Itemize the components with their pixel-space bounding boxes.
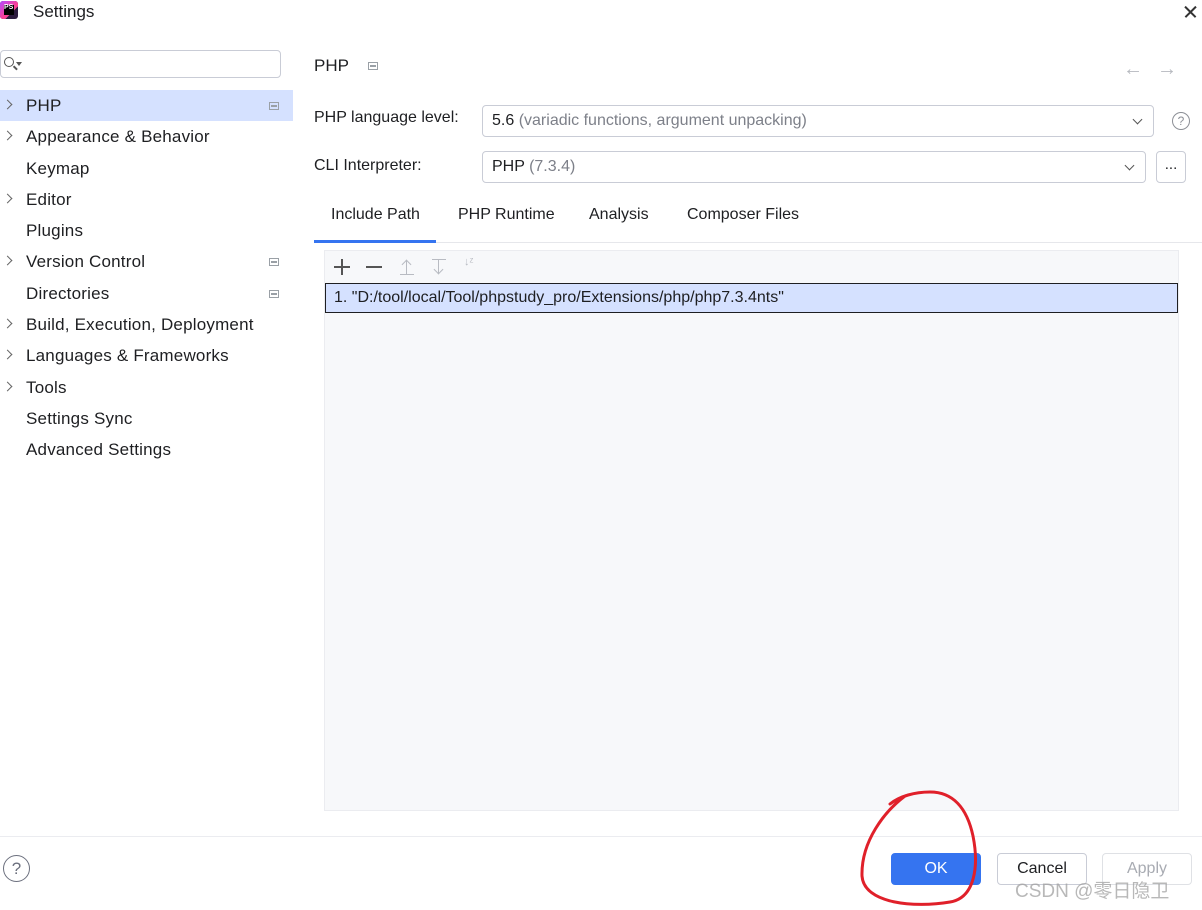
include-path-panel: ↓ᶻ 1. "D:/tool/local/Tool/phpstudy_pro/E… [324,250,1179,811]
title-bar: PS Settings [0,0,1202,36]
sidebar-item-label: Languages & Frameworks [26,346,229,366]
tab-include-path[interactable]: Include Path [314,206,436,243]
sidebar-item-editor[interactable]: Editor [0,184,293,215]
browse-interpreters-button[interactable]: ... [1156,151,1186,183]
language-level-detail: (variadic functions, argument unpacking) [518,112,807,129]
language-level-label: PHP language level: [314,109,459,126]
sidebar-item-label: Settings Sync [26,408,133,428]
sidebar-item-label: Directories [26,283,110,303]
sidebar-item-label: Advanced Settings [26,440,172,460]
search-icon [4,57,14,67]
cli-interpreter-dropdown[interactable]: PHP (7.3.4) [482,151,1146,183]
sidebar-item-label: Editor [26,189,72,209]
chevron-right-icon[interactable] [2,130,13,141]
plus-icon[interactable] [333,258,351,276]
chevron-down-icon [1132,114,1143,125]
ok-button[interactable]: OK [891,853,981,885]
sidebar-item-label: Plugins [26,221,84,241]
phpstorm-app-icon: PS [0,1,18,19]
settings-sidebar: PHP Appearance & Behavior Keymap Editor Plug… [0,36,293,836]
sidebar-item-appearance-behavior[interactable]: Appearance & Behavior [0,121,293,152]
move-up-icon[interactable] [398,258,416,276]
sidebar-item-plugins[interactable]: Plugins [0,215,293,246]
php-settings-panel: PHP ← → PHP language level: 5.6 (variadi… [293,36,1202,836]
page-title: PHP [314,56,349,75]
sidebar-item-php[interactable]: PHP [0,90,293,122]
chevron-right-icon[interactable] [2,381,13,392]
forward-arrow-icon[interactable]: → [1157,58,1177,81]
minus-icon[interactable] [365,258,383,276]
cli-interpreter-label: CLI Interpreter: [314,157,422,174]
search-field[interactable] [0,50,281,78]
tab-php-runtime[interactable]: PHP Runtime [458,206,555,242]
sort-icon[interactable]: ↓ᶻ [464,257,482,276]
watermark: CSDN @零日隐卫 [1015,881,1170,902]
chevron-right-icon[interactable] [2,193,13,204]
sidebar-item-label: PHP [26,96,62,115]
project-level-icon [368,62,378,70]
sidebar-item-keymap[interactable]: Keymap [0,153,293,184]
help-icon[interactable]: ? [3,855,30,882]
tab-bar: Include Path PHP Runtime Analysis Compos… [314,196,1202,243]
close-icon[interactable] [1180,0,1202,24]
list-item[interactable]: 1. "D:/tool/local/Tool/phpstudy_pro/Exte… [325,283,1178,313]
project-level-icon [269,289,279,298]
sidebar-item-advanced-settings[interactable]: Advanced Settings [0,434,293,465]
chevron-right-icon[interactable] [2,99,13,110]
cli-interpreter-detail: (7.3.4) [529,158,576,175]
search-input[interactable] [23,54,277,76]
sidebar-item-build-execution-deployment[interactable]: Build, Execution, Deployment [0,309,293,340]
chevron-right-icon[interactable] [2,256,13,266]
tab-analysis[interactable]: Analysis [589,206,649,242]
window-title: Settings [33,2,95,21]
settings-tree: PHP Appearance & Behavior Keymap Editor Plug… [0,90,293,466]
language-level-dropdown[interactable]: 5.6 (variadic functions, argument unpack… [482,105,1154,137]
chevron-right-icon[interactable] [2,349,13,360]
app-icon-text: PS [4,4,14,11]
sidebar-item-directories[interactable]: Directories [0,278,293,309]
sidebar-item-tools[interactable]: Tools [0,372,293,403]
sidebar-item-label: Appearance & Behavior [26,127,210,147]
help-icon[interactable]: ? [1172,112,1190,130]
search-history-caret-icon[interactable] [16,62,22,66]
back-arrow-icon[interactable]: ← [1123,58,1143,81]
language-level-value: 5.6 [492,112,515,129]
project-level-icon [269,102,279,110]
sidebar-item-label: Tools [26,377,67,397]
sidebar-item-label: Version Control [26,252,146,272]
chevron-right-icon[interactable] [2,318,13,329]
project-level-icon [269,258,279,267]
sidebar-item-version-control[interactable]: Version Control [0,246,293,277]
sidebar-item-languages-frameworks[interactable]: Languages & Frameworks [0,340,293,371]
sidebar-item-settings-sync[interactable]: Settings Sync [0,403,293,434]
include-path-toolbar: ↓ᶻ [325,251,1178,283]
cli-interpreter-value: PHP [492,158,525,175]
sidebar-item-label: Keymap [26,158,90,178]
chevron-down-icon [1124,160,1135,171]
tab-composer-files[interactable]: Composer Files [687,206,799,242]
sidebar-item-label: Build, Execution, Deployment [26,315,254,335]
move-down-icon[interactable] [430,258,448,276]
